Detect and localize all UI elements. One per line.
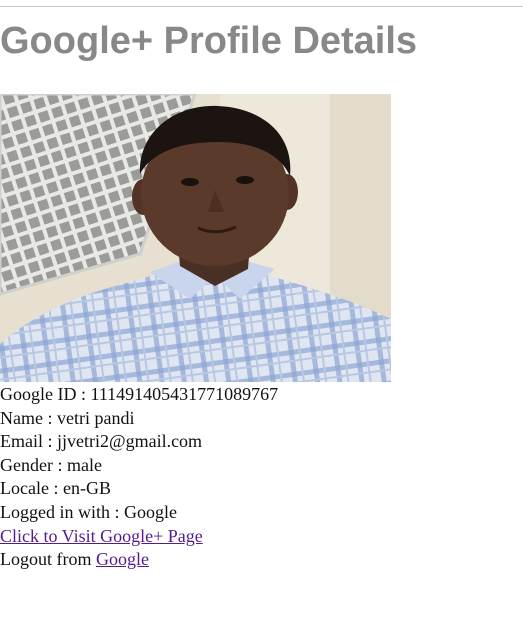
separator: : [42,407,57,428]
logout-prefix: Logout from [0,549,96,570]
email-value: jjvetri2@gmail.com [57,431,203,452]
email-label: Email [0,431,43,452]
locale-label: Locale [0,478,49,499]
visit-google-plus-link[interactable]: Click to Visit Google+ Page [0,526,203,546]
name-label: Name [0,407,43,428]
separator: : [52,454,67,475]
separator: : [48,478,63,499]
locale-value: en-GB [62,478,111,499]
profile-details: Google ID : 111491405431771089767 Name :… [0,383,278,572]
logged-in-with-value: Google [124,501,178,522]
profile-photo [0,94,391,382]
google-id-value: 111491405431771089767 [90,384,279,404]
google-id-label: Google ID [0,384,77,404]
name-value: vetri pandi [57,407,135,428]
logout-row: Logout from Google [0,548,278,572]
logged-in-with-row: Logged in with : Google [0,501,278,525]
separator: : [76,384,91,404]
name-row: Name : vetri pandi [0,407,278,431]
gender-row: Gender : male [0,454,278,478]
locale-row: Locale : en-GB [0,477,278,501]
gender-label: Gender [0,454,53,475]
email-row: Email : jjvetri2@gmail.com [0,430,278,454]
gender-value: male [67,454,102,475]
visit-link-row: Click to Visit Google+ Page [0,525,278,549]
google-id-row: Google ID : 111491405431771089767 [0,383,278,407]
separator: : [43,431,58,452]
top-divider [0,6,523,7]
logout-google-link[interactable]: Google [96,549,149,569]
separator: : [110,501,125,522]
logged-in-with-label: Logged in with [0,501,110,522]
page-title: Google+ Profile Details [0,20,418,62]
